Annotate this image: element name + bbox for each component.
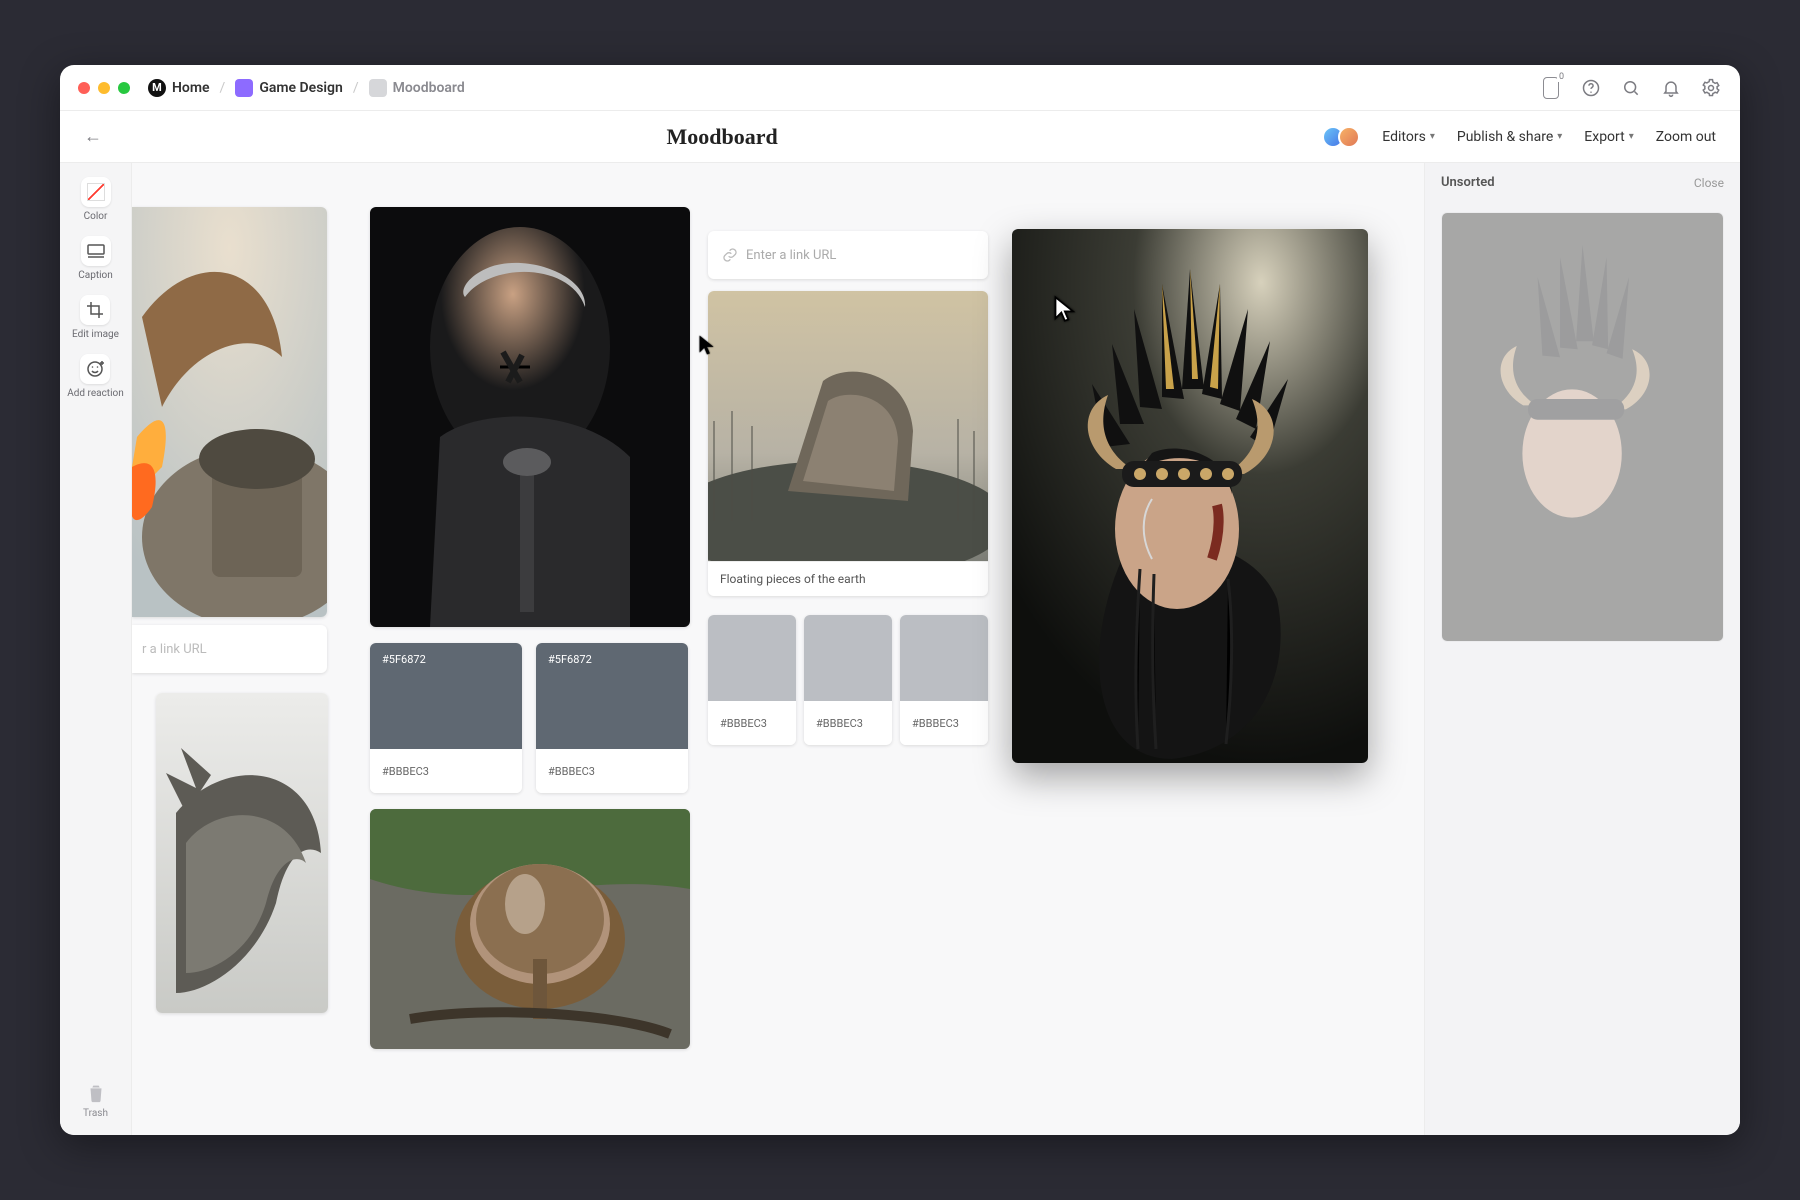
image-card-helmet[interactable] [370, 809, 690, 1049]
crumb-project[interactable]: Game Design [235, 79, 343, 97]
link-placeholder-partial: r a link URL [142, 642, 207, 657]
link-icon [722, 247, 738, 263]
export-dropdown[interactable]: Export ▾ [1584, 129, 1633, 145]
tool-add-reaction[interactable]: Add reaction [67, 354, 123, 399]
crumb-page-label: Moodboard [393, 80, 465, 96]
tool-edit-image[interactable]: Edit image [72, 295, 119, 340]
mini-swatch-label: #BBBEC3 [708, 701, 796, 745]
editors-label: Editors [1382, 129, 1426, 145]
crumb-home-label: Home [172, 80, 210, 96]
mobile-preview-icon[interactable] [1540, 77, 1562, 99]
cursor-icon-secondary [697, 334, 719, 356]
titlebar: M Home / Game Design / Moodboard [60, 65, 1740, 111]
left-toolbar: Color Caption Edit image Add reaction Tr… [60, 163, 132, 1135]
unsorted-title: Unsorted [1441, 175, 1495, 190]
swatch-top: #5F6872 [536, 643, 688, 749]
swatch-bottom: #BBBEC3 [536, 749, 688, 793]
tool-editimg-label: Edit image [72, 329, 119, 340]
rock-caption: Floating pieces of the earth [708, 561, 988, 596]
crumb-sep: / [353, 80, 359, 96]
link-url-input[interactable]: Enter a link URL [708, 231, 988, 279]
mini-swatch-2[interactable]: #BBBEC3 [804, 615, 892, 745]
titlebar-right [1540, 77, 1722, 99]
image-card-dragon-castle[interactable] [132, 207, 327, 617]
maximize-window-icon[interactable] [118, 82, 130, 94]
chevron-down-icon: ▾ [1629, 131, 1634, 142]
help-icon[interactable] [1580, 77, 1602, 99]
reaction-icon [80, 354, 110, 384]
trash-button[interactable]: Trash [83, 1082, 108, 1119]
export-label: Export [1584, 129, 1624, 145]
page-icon [369, 79, 387, 97]
body: Color Caption Edit image Add reaction Tr… [60, 163, 1740, 1135]
mini-swatch-3[interactable]: #BBBEC3 [900, 615, 988, 745]
crumb-sep: / [220, 80, 226, 96]
mini-swatch-1[interactable]: #BBBEC3 [708, 615, 796, 745]
minimize-window-icon[interactable] [98, 82, 110, 94]
mini-swatch-label: #BBBEC3 [804, 701, 892, 745]
pagebar: ← Moodboard Editors ▾ Publish & share ▾ Ex… [60, 111, 1740, 163]
zoomout-label: Zoom out [1656, 129, 1716, 145]
unsorted-panel: Unsorted Close [1424, 163, 1740, 1135]
swatch-bottom: #BBBEC3 [370, 749, 522, 793]
unsorted-ghost-card[interactable] [1441, 212, 1724, 642]
cursor-icon [1052, 295, 1080, 323]
tool-caption-label: Caption [78, 270, 113, 281]
image-card-dragon-statue[interactable] [156, 693, 328, 1013]
moodboard-canvas[interactable]: r a link URL #5F6872#BBBEC3 #5F6872#BBBE… [132, 163, 1424, 1135]
publish-share-dropdown[interactable]: Publish & share ▾ [1457, 129, 1562, 145]
zoom-out-button[interactable]: Zoom out [1656, 129, 1716, 145]
chevron-down-icon: ▾ [1557, 131, 1562, 142]
breadcrumb: M Home / Game Design / Moodboard [148, 79, 465, 97]
trash-label: Trash [83, 1108, 108, 1119]
tool-color-label: Color [84, 211, 108, 222]
link-url-input-partial[interactable]: r a link URL [132, 625, 327, 673]
trash-icon [85, 1082, 107, 1104]
editors-dropdown[interactable]: Editors ▾ [1382, 129, 1435, 145]
crumb-project-label: Game Design [259, 80, 343, 96]
crop-icon [80, 295, 110, 325]
page-title-wrap: Moodboard [122, 124, 1322, 150]
swatch-top: #5F6872 [370, 643, 522, 749]
unsorted-header: Unsorted Close [1425, 163, 1740, 202]
editor-avatars[interactable] [1322, 126, 1360, 148]
image-card-rock[interactable]: Floating pieces of the earth [708, 291, 988, 596]
search-icon[interactable] [1620, 77, 1642, 99]
notifications-icon[interactable] [1660, 77, 1682, 99]
tool-reaction-label: Add reaction [67, 388, 123, 399]
mini-swatch-label: #BBBEC3 [900, 701, 988, 745]
app-window: M Home / Game Design / Moodboard [60, 65, 1740, 1135]
color-swatch-card-1[interactable]: #5F6872#BBBEC3 [370, 643, 522, 793]
page-actions: Editors ▾ Publish & share ▾ Export ▾ Zoom o… [1322, 126, 1716, 148]
color-icon [81, 177, 111, 207]
back-button[interactable]: ← [84, 126, 122, 147]
color-swatch-card-2[interactable]: #5F6872#BBBEC3 [536, 643, 688, 793]
publish-label: Publish & share [1457, 129, 1553, 145]
chevron-down-icon: ▾ [1430, 131, 1435, 142]
crumb-home[interactable]: M Home [148, 79, 210, 97]
tool-color[interactable]: Color [81, 177, 111, 222]
caption-icon [81, 236, 111, 266]
page-title: Moodboard [667, 124, 778, 149]
home-icon: M [148, 79, 166, 97]
close-window-icon[interactable] [78, 82, 90, 94]
crumb-page[interactable]: Moodboard [369, 79, 465, 97]
project-icon [235, 79, 253, 97]
tool-caption[interactable]: Caption [78, 236, 113, 281]
unsorted-close-button[interactable]: Close [1694, 176, 1724, 190]
link-placeholder: Enter a link URL [746, 248, 836, 263]
unsorted-body[interactable] [1425, 202, 1740, 1135]
window-traffic-lights [78, 82, 130, 94]
settings-icon[interactable] [1700, 77, 1722, 99]
image-card-elder-warrior[interactable] [370, 207, 690, 627]
